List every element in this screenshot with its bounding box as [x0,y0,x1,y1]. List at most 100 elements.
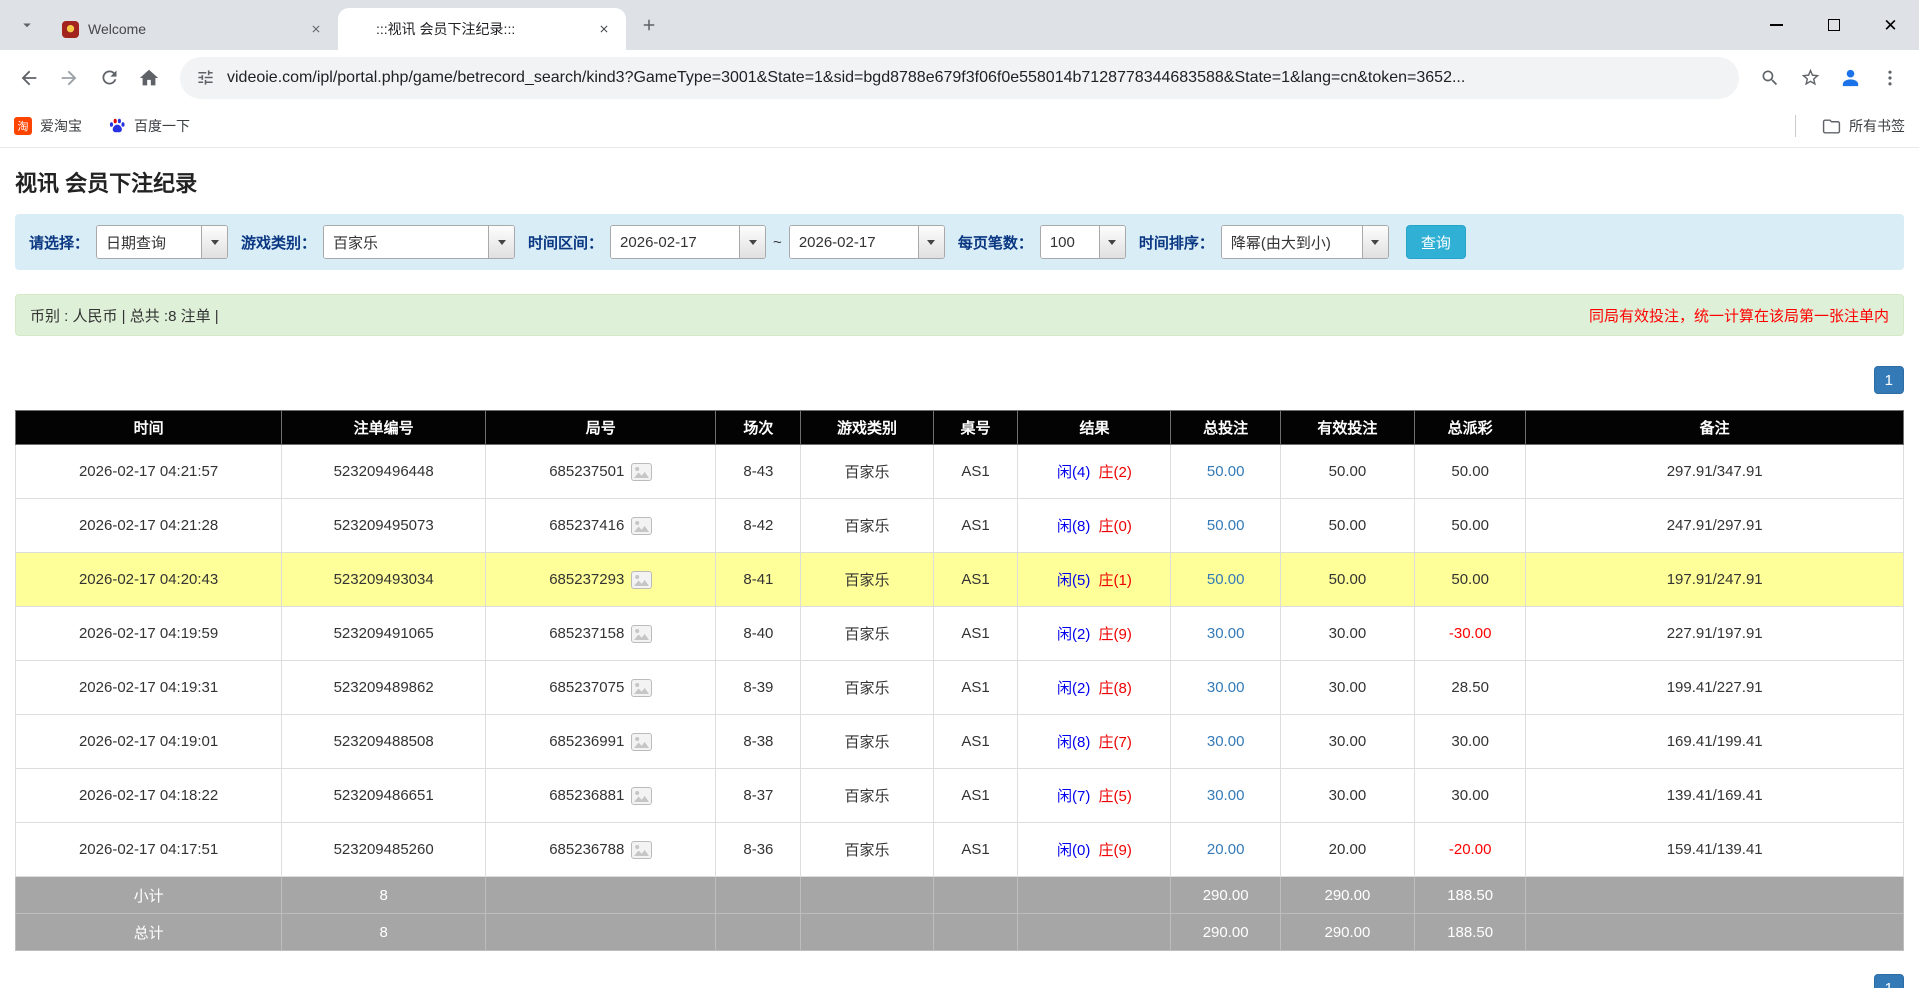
reload-button[interactable] [90,59,128,97]
total-bet-link[interactable]: 30.00 [1207,787,1245,804]
date-from-dropdown-button[interactable] [739,226,765,258]
magnifier-icon [1760,68,1780,88]
all-bookmarks-button[interactable]: 所有书签 [1822,116,1905,136]
pagination-page-1-bottom[interactable]: 1 [1874,974,1904,988]
cell-game-type: 百家乐 [801,661,933,715]
filter-group-page-size: 每页笔数： [958,225,1126,259]
bookmark-aitaobao[interactable]: 淘 爱淘宝 [14,116,82,136]
caret-down-icon [927,240,935,245]
page-size-dropdown-button[interactable] [1099,226,1125,258]
date-from-input[interactable] [611,226,739,258]
search-button[interactable]: 查询 [1406,225,1466,259]
cell-table-no: AS1 [933,445,1018,499]
total-bet-link[interactable]: 20.00 [1207,841,1245,858]
cell-session: 8-37 [716,769,801,823]
site-settings-icon[interactable] [196,68,215,87]
betrecord-favicon-icon [350,21,367,38]
cell-note: 247.91/297.91 [1526,499,1904,553]
bookmark-label: 百度一下 [134,116,190,136]
menu-button[interactable] [1871,59,1909,97]
date-from-picker[interactable] [610,225,766,259]
tab-close-icon[interactable] [594,19,614,39]
total-bet-link[interactable]: 50.00 [1207,517,1245,534]
total-bet-link[interactable]: 30.00 [1207,679,1245,696]
cell-valid-bet: 30.00 [1280,661,1414,715]
cell-table-no: AS1 [933,769,1018,823]
minimize-button[interactable] [1748,0,1805,50]
total-valid-bet: 290.00 [1280,914,1414,951]
total-bet-link[interactable]: 50.00 [1207,571,1245,588]
tab-close-icon[interactable] [306,19,326,39]
total-empty-cell [486,914,716,951]
maximize-button[interactable] [1805,0,1862,50]
profile-button[interactable] [1831,59,1869,97]
back-button[interactable] [10,59,48,97]
game-type-combobox[interactable] [323,225,515,259]
bookmark-baidu[interactable]: 百度一下 [108,116,190,136]
replay-icon[interactable] [631,733,652,751]
sort-label: 时间排序： [1139,232,1214,253]
bookmark-star-button[interactable] [1791,59,1829,97]
sort-input[interactable] [1222,226,1362,258]
tab-welcome[interactable]: Welcome [50,8,338,50]
total-empty-cell [1526,914,1904,951]
tab-search-button[interactable] [12,12,42,42]
date-to-dropdown-button[interactable] [918,226,944,258]
cell-table-no: AS1 [933,823,1018,877]
back-icon [18,67,40,89]
close-button[interactable]: ✕ [1862,0,1919,50]
replay-icon[interactable] [631,787,652,805]
forward-button[interactable] [50,59,88,97]
all-bookmarks-label: 所有书签 [1849,116,1905,136]
game-type-dropdown-button[interactable] [488,226,514,258]
replay-icon[interactable] [631,679,652,697]
page-size-input[interactable] [1041,226,1099,258]
cell-total-bet: 50.00 [1171,553,1281,607]
total-bet-link[interactable]: 30.00 [1207,733,1245,750]
cell-bet-id: 523209488508 [282,715,486,769]
query-type-input[interactable] [97,226,201,258]
close-icon: ✕ [1883,17,1897,34]
cell-payout: -30.00 [1414,607,1525,661]
cell-round: 685237416 [486,499,716,553]
date-to-picker[interactable] [789,225,945,259]
cell-round: 685236788 [486,823,716,877]
replay-icon[interactable] [631,625,652,643]
cell-game-type: 百家乐 [801,499,933,553]
caret-down-icon [498,240,506,245]
replay-icon[interactable] [631,841,652,859]
total-bet-link[interactable]: 30.00 [1207,625,1245,642]
col-header-bet-id: 注单编号 [282,411,486,445]
new-tab-button[interactable] [634,12,664,42]
query-type-dropdown-button[interactable] [201,226,227,258]
sort-dropdown-button[interactable] [1362,226,1388,258]
bet-records-table: 时间 注单编号 局号 场次 游戏类别 桌号 结果 总投注 有效投注 总派彩 备注… [15,410,1904,951]
sort-combobox[interactable] [1221,225,1389,259]
round-number: 685236991 [549,733,624,750]
bet-notice: 同局有效投注，统一计算在该局第一张注单内 [1589,305,1889,326]
col-header-session: 场次 [716,411,801,445]
page-size-combobox[interactable] [1040,225,1126,259]
result-banker: 庄(2) [1099,464,1132,481]
table-header-row: 时间 注单编号 局号 场次 游戏类别 桌号 结果 总投注 有效投注 总派彩 备注 [16,411,1904,445]
url-bar[interactable]: videoie.com/ipl/portal.php/game/betrecor… [180,57,1739,99]
pagination-page-1[interactable]: 1 [1874,366,1904,394]
cell-bet-id: 523209493034 [282,553,486,607]
query-type-combobox[interactable] [96,225,228,259]
game-type-input[interactable] [324,226,488,258]
cell-payout: 30.00 [1414,769,1525,823]
total-bet-link[interactable]: 50.00 [1207,463,1245,480]
date-to-input[interactable] [790,226,918,258]
subtotal-row: 小计 8 290.00 290.00 188.50 [16,877,1904,914]
replay-icon[interactable] [631,517,652,535]
result-banker: 庄(5) [1099,788,1132,805]
replay-icon[interactable] [631,463,652,481]
table-row: 2026-02-17 04:18:22 523209486651 6852368… [16,769,1904,823]
replay-icon[interactable] [631,571,652,589]
summary-bar: 币别 : 人民币 | 总共 :8 注单 | 同局有效投注，统一计算在该局第一张注… [15,294,1904,336]
zoom-button[interactable] [1751,59,1789,97]
tab-betrecord[interactable]: :::视讯 会员下注纪录::: [338,8,626,50]
home-button[interactable] [130,59,168,97]
result-player: 闲(7) [1057,788,1090,805]
cell-session: 8-39 [716,661,801,715]
